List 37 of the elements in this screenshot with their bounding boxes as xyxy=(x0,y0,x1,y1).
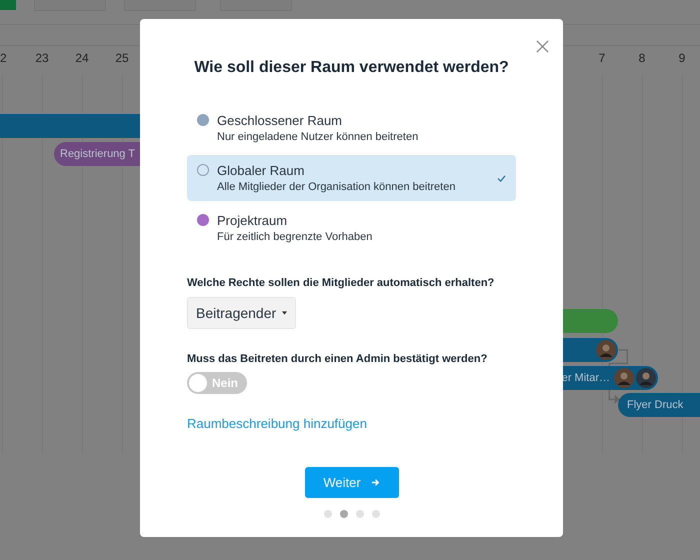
option-description: Für zeitlich begrenzte Vorhaben xyxy=(217,231,372,243)
day-label: 8 xyxy=(638,51,646,65)
day-label: 23 xyxy=(34,51,50,65)
option-description: Alle Mitglieder der Organisation können beitreten xyxy=(217,181,456,193)
avatar-icon xyxy=(614,368,634,388)
step-dot[interactable] xyxy=(356,510,364,518)
tab-accent xyxy=(0,0,16,10)
step-dot[interactable] xyxy=(372,510,380,518)
dialog-title: Wie soll dieser Raum verwendet werden? xyxy=(193,59,510,77)
room-type-option[interactable]: Geschlossener Raum Nur eingeladene Nutzer können beitreten xyxy=(187,105,516,151)
rights-dropdown[interactable]: Beitragender xyxy=(187,297,296,329)
caret-icon xyxy=(282,311,288,315)
arrow-right-icon xyxy=(370,478,380,487)
step-dot[interactable] xyxy=(340,510,348,518)
day-label: 25 xyxy=(114,51,130,65)
add-description-link[interactable]: Raumbeschreibung hinzufügen xyxy=(187,416,367,431)
bar-label: Registrierung T xyxy=(60,148,135,160)
bar-label: Flyer Druck xyxy=(627,399,684,411)
step-dot[interactable] xyxy=(324,510,332,518)
timeline-bar[interactable]: Flyer Druck xyxy=(618,393,700,417)
option-title: Globaler Raum xyxy=(217,163,306,178)
day-label: 7 xyxy=(598,51,606,65)
room-type-option[interactable]: Globaler Raum Alle Mitglieder der Organisation können beitreten xyxy=(187,155,516,201)
avatar-icon xyxy=(636,368,656,388)
close-icon[interactable] xyxy=(536,40,549,53)
rights-label: Welche Rechte sollen die Mitglieder automatisch erhalten? xyxy=(187,277,496,289)
next-button[interactable]: Weiter xyxy=(304,467,398,498)
day-label: 2 xyxy=(0,51,7,65)
option-title: Projektraum xyxy=(217,213,288,228)
option-description: Nur eingeladene Nutzer können beitreten xyxy=(217,131,418,143)
day-label: 9 xyxy=(678,51,686,65)
avatar-icon xyxy=(596,340,616,360)
approval-label: Muss das Beitreten durch einen Admin bestätigt werden? xyxy=(187,353,488,365)
room-type-option[interactable]: Projektraum Für zeitlich begrenzte Vorhaben xyxy=(187,205,516,251)
check-icon xyxy=(497,174,506,182)
day-label: 24 xyxy=(74,51,90,65)
option-title: Geschlossener Raum xyxy=(217,113,343,128)
